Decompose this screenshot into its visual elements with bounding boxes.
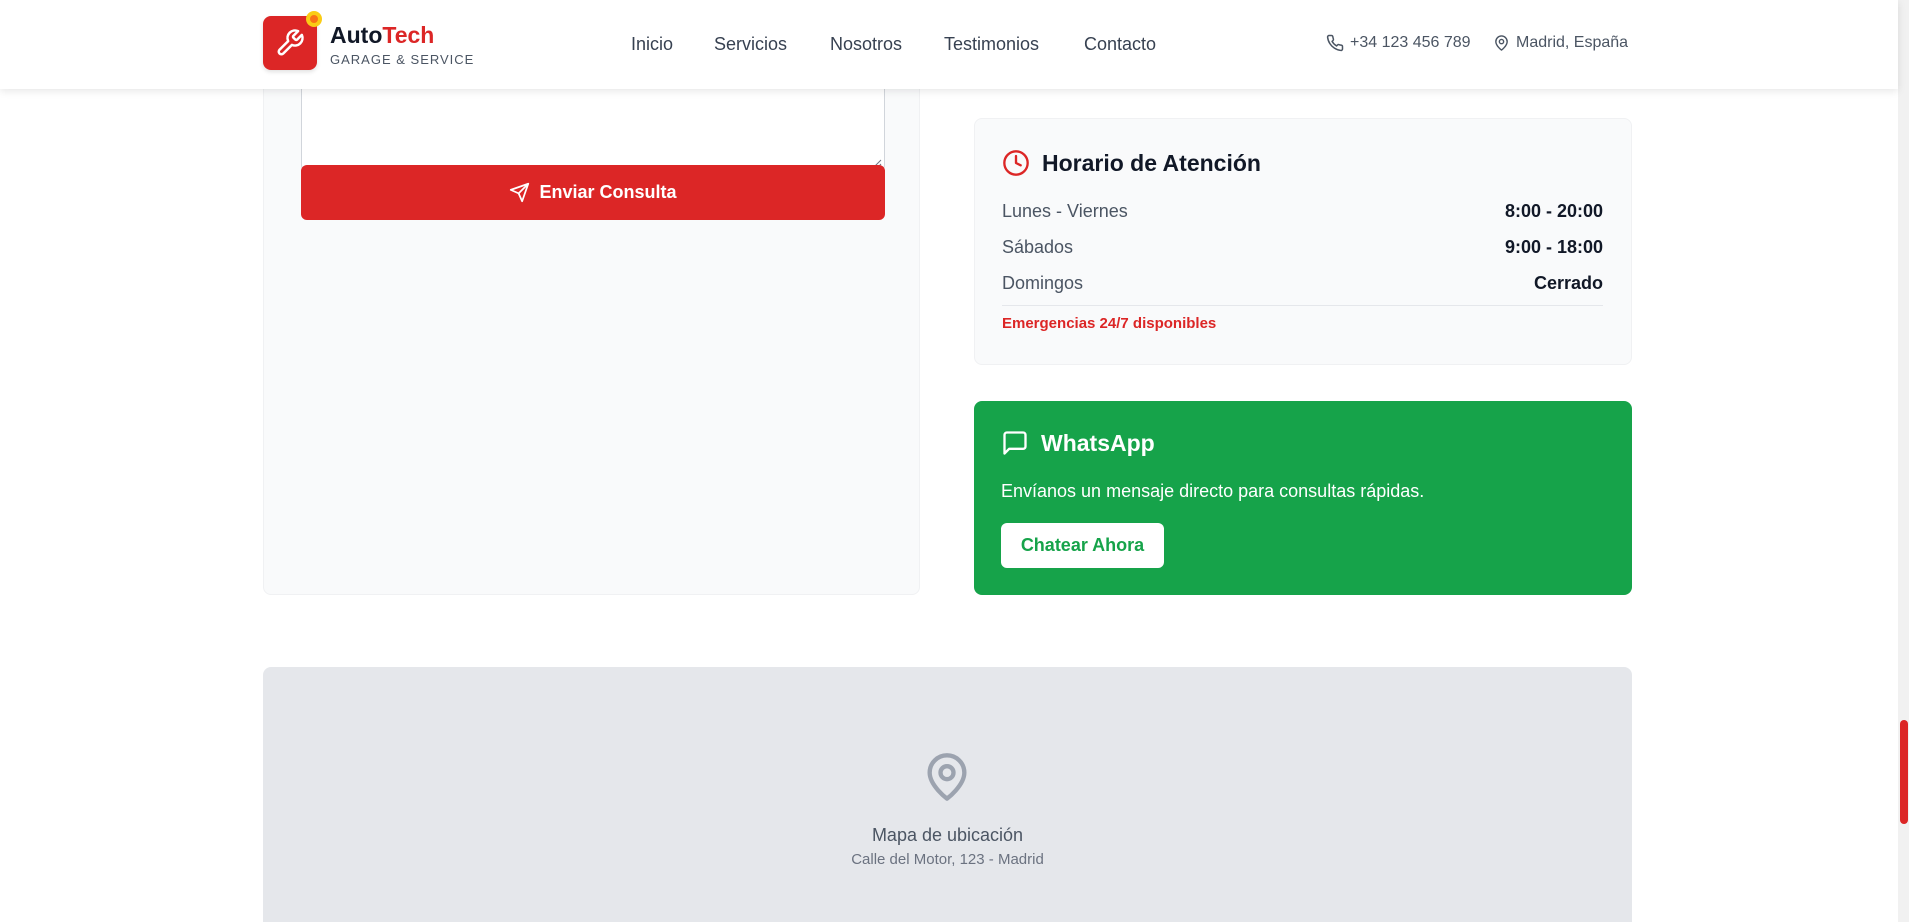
opening-hours-heading: Horario de Atención <box>1002 149 1261 177</box>
page-scrollbar[interactable] <box>1898 0 1909 922</box>
header-location: Madrid, España <box>1493 33 1628 53</box>
hours-row: Domingos Cerrado <box>1002 271 1603 295</box>
site-header: AutoTech GARAGE & SERVICE Inicio Servici… <box>0 0 1898 89</box>
header-phone-text: +34 123 456 789 <box>1350 34 1471 51</box>
chat-now-button[interactable]: Chatear Ahora <box>1001 523 1164 568</box>
brand-name-part1: Auto <box>330 22 383 48</box>
map-address: Calle del Motor, 123 - Madrid <box>851 851 1044 868</box>
message-square-icon <box>1003 431 1027 455</box>
hours-time: 8:00 - 20:00 <box>1504 200 1603 221</box>
submit-inquiry-label: Enviar Consulta <box>539 182 677 202</box>
map-pin-icon <box>1495 35 1508 51</box>
nav-link-testimonios[interactable]: Testimonios <box>944 32 1039 56</box>
whatsapp-description: Envíanos un mensaje directo para consult… <box>1001 481 1425 501</box>
logo-badge-dot <box>306 11 322 27</box>
message-textarea[interactable] <box>301 81 885 171</box>
opening-hours-card: Horario de Atención Lunes - Viernes 8:00… <box>974 118 1632 365</box>
scrollbar-thumb[interactable] <box>1900 720 1908 824</box>
location-map[interactable]: Mapa de ubicación Calle del Motor, 123 -… <box>263 667 1632 922</box>
hours-row: Sábados 9:00 - 18:00 <box>1002 235 1603 259</box>
map-label: Mapa de ubicación <box>871 825 1024 845</box>
hours-day: Lunes - Viernes <box>1002 200 1128 221</box>
send-icon <box>510 182 530 203</box>
submit-inquiry-button[interactable]: Enviar Consulta <box>301 165 885 220</box>
brand-name-part2: Tech <box>382 22 435 48</box>
clock-icon <box>1003 150 1029 176</box>
brand-name[interactable]: AutoTech <box>330 21 434 49</box>
hours-day: Sábados <box>1002 236 1074 257</box>
logo[interactable] <box>263 11 322 70</box>
nav-link-contacto[interactable]: Contacto <box>1084 32 1156 56</box>
nav-link-nosotros[interactable]: Nosotros <box>830 32 902 56</box>
nav-link-inicio[interactable]: Inicio <box>631 32 673 56</box>
phone-icon <box>1326 34 1344 52</box>
hours-time: Cerrado <box>1533 272 1603 293</box>
header-location-text: Madrid, España <box>1516 34 1629 51</box>
wrench-icon <box>277 29 304 56</box>
hours-row: Lunes - Viernes 8:00 - 20:00 <box>1002 199 1603 223</box>
emergency-notice: Emergencias 24/7 disponibles <box>1002 315 1217 332</box>
map-pin-icon <box>927 753 967 801</box>
hours-day: Domingos <box>1002 272 1084 293</box>
whatsapp-card: WhatsApp Envíanos un mensaje directo par… <box>974 401 1632 595</box>
opening-hours-title: Horario de Atención <box>1042 149 1261 176</box>
contact-form-card: Enviar Consulta <box>263 40 920 595</box>
brand-tagline: GARAGE & SERVICE <box>330 52 475 67</box>
whatsapp-title: WhatsApp <box>1041 429 1155 456</box>
hours-divider <box>1002 305 1603 306</box>
header-phone[interactable]: +34 123 456 789 <box>1326 33 1471 53</box>
nav-link-servicios[interactable]: Servicios <box>714 32 787 56</box>
whatsapp-heading: WhatsApp <box>1001 429 1155 457</box>
hours-time: 9:00 - 18:00 <box>1504 236 1603 257</box>
